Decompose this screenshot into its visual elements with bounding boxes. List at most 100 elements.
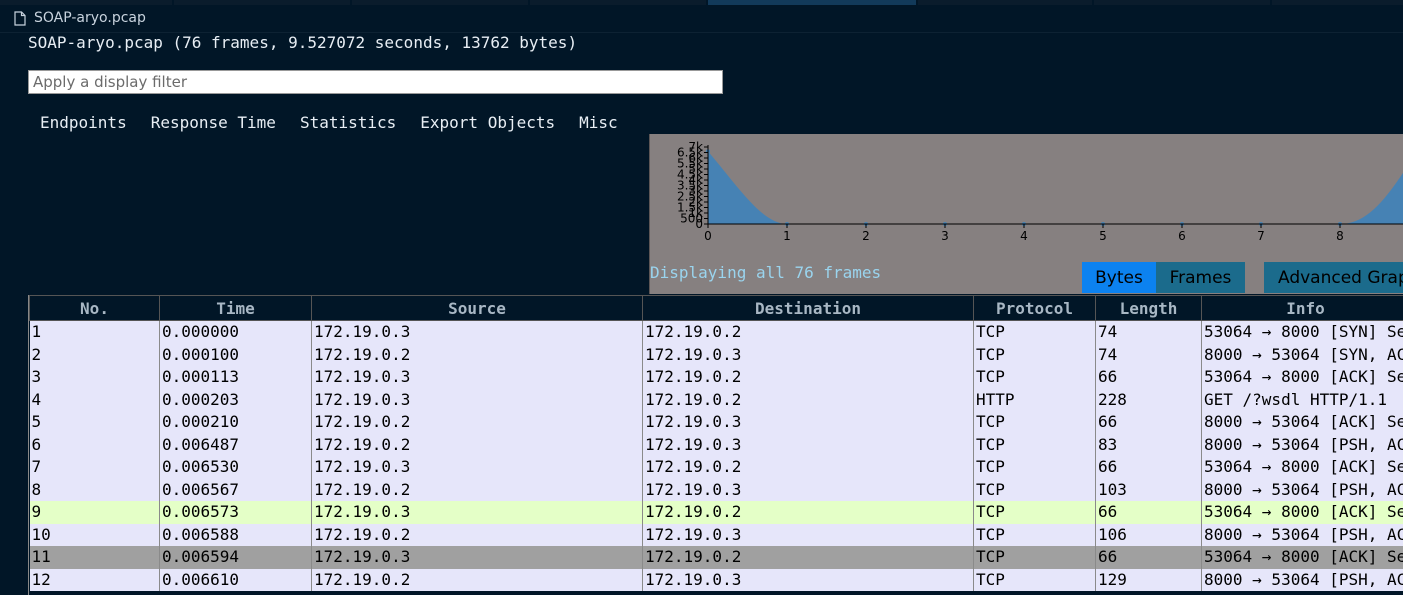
cell-source: 172.19.0.3 [312, 456, 643, 479]
cell-destination: 172.19.0.2 [643, 501, 974, 524]
packet-row[interactable]: 30.000113172.19.0.3172.19.0.2TCP6653064 … [30, 366, 1403, 389]
cell-protocol: TCP [974, 321, 1096, 344]
column-header-length[interactable]: Length [1096, 296, 1202, 321]
cell-protocol: TCP [974, 366, 1096, 389]
cell-length: 66 [1096, 456, 1202, 479]
cell-destination: 172.19.0.2 [643, 366, 974, 389]
packet-row[interactable]: 80.006567172.19.0.2172.19.0.3TCP1038000 … [30, 479, 1403, 502]
bytes-button[interactable]: Bytes [1082, 262, 1156, 293]
cell-no: 8 [30, 479, 160, 502]
cell-info: 53064 → 8000 [ACK] Se [1202, 456, 1403, 479]
y-tick-label: 0 [695, 217, 703, 231]
cell-destination: 172.19.0.3 [643, 434, 974, 457]
advanced-graph-button[interactable]: Advanced Graph [1264, 262, 1403, 293]
cell-no: 10 [30, 524, 160, 547]
cell-protocol: TCP [974, 434, 1096, 457]
column-header-protocol[interactable]: Protocol [974, 296, 1096, 321]
bytes-area-series [708, 148, 1403, 224]
capture-summary: SOAP-aryo.pcap (76 frames, 9.527072 seco… [28, 33, 577, 52]
cell-time: 0.000100 [160, 344, 312, 367]
cell-protocol: HTTP [974, 389, 1096, 412]
cell-info: 53064 → 8000 [ACK] Se [1202, 366, 1403, 389]
cell-protocol: TCP [974, 344, 1096, 367]
cell-time: 0.006573 [160, 501, 312, 524]
cell-destination: 172.19.0.3 [643, 344, 974, 367]
cell-destination: 172.19.0.2 [643, 546, 974, 569]
cell-source: 172.19.0.2 [312, 479, 643, 502]
cell-time: 0.006588 [160, 524, 312, 547]
menu-endpoints[interactable]: Endpoints [28, 113, 139, 132]
packet-row[interactable]: 120.006610172.19.0.2172.19.0.3TCP1298000… [30, 569, 1403, 592]
cell-time: 0.006487 [160, 434, 312, 457]
cell-source: 172.19.0.2 [312, 569, 643, 592]
cell-length: 74 [1096, 344, 1202, 367]
cell-no: 12 [30, 569, 160, 592]
frames-button[interactable]: Frames [1156, 262, 1245, 293]
packet-row[interactable]: 40.000203172.19.0.3172.19.0.2HTTP228GET … [30, 389, 1403, 412]
packet-table-header: No. Time Source Destination Protocol Len… [30, 296, 1403, 321]
packet-row[interactable]: 100.006588172.19.0.2172.19.0.3TCP1068000… [30, 524, 1403, 547]
cell-destination: 172.19.0.2 [643, 456, 974, 479]
x-tick-label: 4 [1020, 229, 1028, 243]
traffic-graph: 0123456787k6.5k6k5.5k5k4.5k4k3.5k3k2.5k2… [650, 134, 1403, 264]
cell-time: 0.006567 [160, 479, 312, 502]
packet-row[interactable]: 10.000000172.19.0.3172.19.0.2TCP7453064 … [30, 321, 1403, 344]
display-filter-input[interactable] [28, 70, 723, 94]
packet-row[interactable]: 20.000100172.19.0.2172.19.0.3TCP748000 →… [30, 344, 1403, 367]
cell-no: 3 [30, 366, 160, 389]
display-count-note: Displaying all 76 frames [650, 263, 881, 282]
x-tick-label: 2 [862, 229, 870, 243]
cell-info: 53064 → 8000 [ACK] Se [1202, 501, 1403, 524]
column-header-no[interactable]: No. [30, 296, 160, 321]
cell-info: 8000 → 53064 [PSH, AC [1202, 479, 1403, 502]
cell-info: 8000 → 53064 [PSH, AC [1202, 524, 1403, 547]
cell-no: 6 [30, 434, 160, 457]
cell-protocol: TCP [974, 456, 1096, 479]
cell-no: 4 [30, 389, 160, 412]
cell-info: 8000 → 53064 [ACK] Se [1202, 411, 1403, 434]
cell-length: 66 [1096, 546, 1202, 569]
cell-time: 0.006594 [160, 546, 312, 569]
cell-time: 0.000000 [160, 321, 312, 344]
cell-time: 0.006530 [160, 456, 312, 479]
column-header-info[interactable]: Info [1202, 296, 1403, 321]
cell-info: 53064 → 8000 [SYN] Se [1202, 321, 1403, 344]
cell-destination: 172.19.0.3 [643, 479, 974, 502]
cell-source: 172.19.0.3 [312, 501, 643, 524]
packet-list: No. Time Source Destination Protocol Len… [28, 295, 1403, 595]
cell-length: 106 [1096, 524, 1202, 547]
cell-no: 9 [30, 501, 160, 524]
cell-protocol: TCP [974, 546, 1096, 569]
packet-table: No. Time Source Destination Protocol Len… [29, 295, 1403, 591]
packet-row[interactable]: 90.006573172.19.0.3172.19.0.2TCP6653064 … [30, 501, 1403, 524]
cell-source: 172.19.0.2 [312, 344, 643, 367]
cell-source: 172.19.0.2 [312, 524, 643, 547]
x-tick-label: 5 [1099, 229, 1107, 243]
packet-row[interactable]: 60.006487172.19.0.2172.19.0.3TCP838000 →… [30, 434, 1403, 457]
cell-time: 0.006610 [160, 569, 312, 592]
cell-time: 0.000203 [160, 389, 312, 412]
packet-row[interactable]: 50.000210172.19.0.2172.19.0.3TCP668000 →… [30, 411, 1403, 434]
x-tick-label: 7 [1257, 229, 1265, 243]
cell-info: 53064 → 8000 [ACK] Se [1202, 546, 1403, 569]
packet-row[interactable]: 110.006594172.19.0.3172.19.0.2TCP6653064… [30, 546, 1403, 569]
cell-protocol: TCP [974, 501, 1096, 524]
column-header-destination[interactable]: Destination [643, 296, 974, 321]
column-header-time[interactable]: Time [160, 296, 312, 321]
cell-length: 74 [1096, 321, 1202, 344]
column-header-source[interactable]: Source [312, 296, 643, 321]
cell-no: 1 [30, 321, 160, 344]
cell-destination: 172.19.0.2 [643, 389, 974, 412]
menu-response-time[interactable]: Response Time [139, 113, 288, 132]
cell-source: 172.19.0.2 [312, 434, 643, 457]
cell-info: GET /?wsdl HTTP/1.1 [1202, 389, 1403, 412]
menu-misc[interactable]: Misc [567, 113, 630, 132]
cell-source: 172.19.0.3 [312, 546, 643, 569]
file-tab-bar: SOAP-aryo.pcap [0, 6, 1403, 33]
menu-export-objects[interactable]: Export Objects [408, 113, 567, 132]
file-tab[interactable]: SOAP-aryo.pcap [14, 10, 146, 26]
cell-time: 0.000210 [160, 411, 312, 434]
cell-length: 228 [1096, 389, 1202, 412]
packet-row[interactable]: 70.006530172.19.0.3172.19.0.2TCP6653064 … [30, 456, 1403, 479]
menu-statistics[interactable]: Statistics [288, 113, 408, 132]
